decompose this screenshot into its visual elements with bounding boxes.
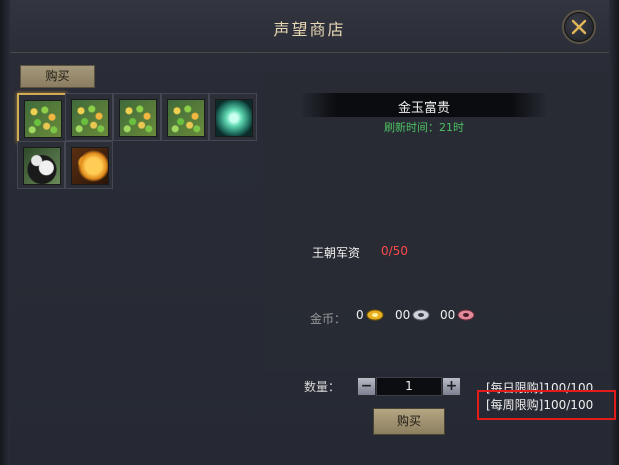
weekly-limit-highlight [477, 390, 616, 420]
shop-window: 声望商店 购买 金玉富贵 刷新时间：21时 王朝军资 0/50 金币： 0 00… [0, 0, 619, 465]
item-slot[interactable] [65, 93, 113, 141]
copper-coin-icon [457, 309, 475, 321]
item-slot[interactable] [65, 141, 113, 189]
close-button[interactable] [562, 10, 596, 44]
coin-label: 金币： [310, 312, 347, 326]
coins-item-icon [167, 99, 205, 137]
item-list-panel: 购买 [12, 62, 258, 372]
quantity-label: 数量： [304, 380, 341, 394]
item-slot[interactable] [17, 93, 67, 143]
item-detail-panel [263, 72, 608, 372]
tab-buy[interactable]: 购买 [20, 65, 95, 88]
cost-currency-value: 0/50 [381, 244, 408, 258]
close-icon [571, 19, 587, 35]
copper-coin-group: 00 [440, 308, 475, 322]
jade-item-icon [215, 99, 253, 137]
tiger-item-icon [71, 147, 109, 185]
gold-amount: 0 [356, 308, 364, 322]
refresh-time: 刷新时间：21时 [300, 119, 548, 135]
silver-coin-group: 00 [395, 308, 430, 322]
item-slot[interactable] [161, 93, 209, 141]
item-slot[interactable] [209, 93, 257, 141]
refresh-value: 21时 [439, 121, 464, 134]
silver-coin-icon [412, 309, 430, 321]
gold-coin-icon [366, 309, 384, 321]
coins-item-icon [119, 99, 157, 137]
item-name: 金玉富贵 [397, 101, 450, 116]
panda-item-icon [23, 147, 61, 185]
quantity-increase-button[interactable]: + [442, 377, 461, 396]
cost-currency-label: 王朝军资 [312, 246, 361, 260]
quantity-input[interactable]: 1 [376, 377, 442, 396]
gold-coin-group: 0 [356, 308, 384, 322]
buy-button[interactable]: 购买 [373, 408, 445, 435]
item-slot[interactable] [113, 93, 161, 141]
item-slot[interactable] [17, 141, 65, 189]
window-title: 声望商店 [273, 20, 346, 39]
window-edge-left [0, 0, 10, 465]
coins-item-icon [71, 99, 109, 137]
refresh-label: 刷新时间： [384, 121, 439, 134]
quantity-decrease-button[interactable]: − [357, 377, 376, 396]
coins-item-icon [24, 100, 62, 138]
copper-amount: 00 [440, 308, 456, 322]
silver-amount: 00 [395, 308, 411, 322]
